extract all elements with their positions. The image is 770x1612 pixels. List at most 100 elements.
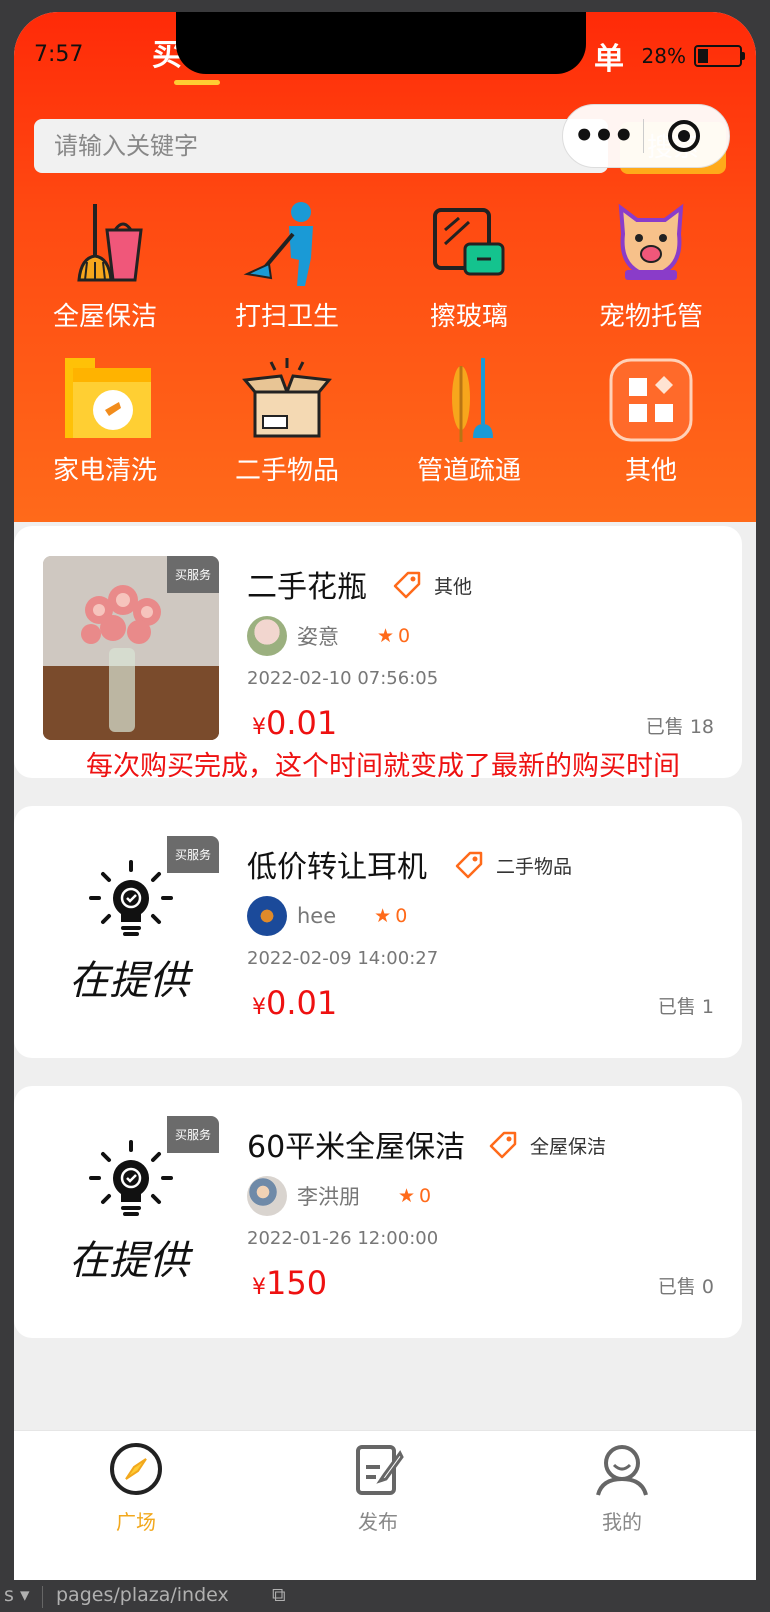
buy-service-badge: 买服务 bbox=[166, 836, 219, 873]
category-label: 其他 bbox=[624, 456, 677, 486]
buy-service-badge: 买服务 bbox=[166, 556, 219, 593]
tab-publish[interactable]: 发布 bbox=[318, 1441, 438, 1535]
price: ¥150 bbox=[252, 1264, 327, 1302]
category-item[interactable]: 宠物托管 bbox=[560, 200, 742, 333]
battery-icon bbox=[694, 45, 745, 67]
miniprogram-capsule: ••• bbox=[562, 104, 730, 168]
product-image-text: 在提供 bbox=[69, 958, 189, 1004]
category-item[interactable]: 二手物品 bbox=[196, 354, 378, 487]
tab-underline bbox=[174, 80, 220, 85]
product-image: 在提供 买服务 bbox=[43, 1116, 219, 1300]
product-image: 在提供 买服务 bbox=[43, 836, 219, 1020]
chevron-down-icon[interactable]: s ▾ bbox=[4, 1584, 29, 1606]
currency-symbol: ¥ bbox=[252, 715, 266, 740]
phone-screen: 7:57 买 单 28% 搜索 ••• 全屋保洁 bbox=[14, 12, 756, 1580]
search-box[interactable] bbox=[34, 119, 608, 173]
compass-icon bbox=[110, 1443, 162, 1495]
page-path: pages/plaza/index bbox=[56, 1584, 229, 1606]
tag-icon bbox=[393, 571, 421, 599]
tag-icon bbox=[455, 851, 483, 879]
category-item[interactable]: 擦玻璃 bbox=[378, 200, 560, 333]
product-card[interactable]: 在提供 买服务 60平米全屋保洁 全屋保洁 李洪朋 ★ 0 2022-01-26 … bbox=[14, 1086, 742, 1338]
category-item[interactable]: 打扫卫生 bbox=[196, 200, 378, 333]
product-category: 全屋保洁 bbox=[488, 1130, 606, 1160]
devtools-path-bar: s ▾ pages/plaza/index ⧉ bbox=[0, 1582, 770, 1612]
price-value: 0.01 bbox=[266, 704, 338, 742]
category-label: 二手物品 bbox=[234, 456, 339, 486]
close-target-icon[interactable] bbox=[644, 118, 724, 154]
tag-icon bbox=[489, 1131, 517, 1159]
user-profile-icon bbox=[596, 1445, 648, 1496]
grid-shapes-icon bbox=[605, 354, 697, 446]
product-category: 其他 bbox=[392, 570, 472, 600]
avatar bbox=[247, 1176, 287, 1216]
product-card[interactable]: 买服务 二手花瓶 其他 姿意 ★ 0 2022-02-10 07:56:05 ¥0… bbox=[14, 526, 742, 778]
seller-info: 李洪朋 ★ 0 bbox=[247, 1176, 431, 1216]
star-icon: ★ bbox=[374, 905, 392, 927]
rating-value: 0 bbox=[398, 625, 411, 647]
product-title: 低价转让耳机 bbox=[247, 850, 427, 885]
pet-face-icon bbox=[605, 200, 697, 292]
product-category-label: 全屋保洁 bbox=[530, 1135, 607, 1158]
tab-plaza[interactable]: 广场 bbox=[76, 1441, 196, 1535]
product-image-text: 在提供 bbox=[69, 1238, 189, 1284]
product-category-label: 其他 bbox=[434, 575, 473, 598]
currency-symbol: ¥ bbox=[252, 995, 266, 1020]
copy-icon[interactable]: ⧉ bbox=[272, 1584, 286, 1606]
header-hero: 7:57 买 单 28% 搜索 ••• 全屋保洁 bbox=[14, 12, 756, 522]
purchase-time: 2022-02-09 14:00:27 bbox=[247, 948, 439, 969]
category-item[interactable]: 全屋保洁 bbox=[14, 200, 196, 333]
rating: ★ 0 bbox=[374, 905, 407, 927]
seller-name: 姿意 bbox=[297, 625, 339, 649]
category-label: 擦玻璃 bbox=[429, 302, 508, 332]
category-label: 宠物托管 bbox=[598, 302, 703, 332]
tab-mine[interactable]: 我的 bbox=[562, 1441, 682, 1535]
category-item[interactable]: 管道疏通 bbox=[378, 354, 560, 487]
price-value: 150 bbox=[266, 1264, 328, 1302]
search-input[interactable] bbox=[34, 119, 608, 173]
washing-machine-icon bbox=[59, 354, 151, 446]
category-label: 打扫卫生 bbox=[234, 302, 339, 332]
product-title: 二手花瓶 bbox=[247, 570, 367, 605]
battery-status: 28% bbox=[641, 44, 745, 68]
sold-count: 已售 18 bbox=[645, 716, 714, 738]
annotation-note: 每次购买完成，这个时间就变成了最新的购买时间 bbox=[86, 751, 680, 782]
category-label: 全屋保洁 bbox=[52, 302, 157, 332]
seller-info: hee ★ 0 bbox=[247, 896, 407, 936]
rating-value: 0 bbox=[395, 905, 408, 927]
seller-info: 姿意 ★ 0 bbox=[247, 616, 410, 656]
avatar bbox=[247, 896, 287, 936]
price: ¥0.01 bbox=[252, 704, 337, 742]
category-item[interactable]: 家电清洗 bbox=[14, 354, 196, 487]
sold-count: 已售 0 bbox=[657, 1276, 714, 1298]
buy-service-badge: 买服务 bbox=[166, 1116, 219, 1153]
star-icon: ★ bbox=[398, 1185, 416, 1207]
status-time: 7:57 bbox=[34, 42, 84, 67]
glass-wipe-icon bbox=[423, 200, 515, 292]
category-item[interactable]: 其他 bbox=[560, 354, 742, 487]
bottom-tab-bar: 广场 发布 我的 bbox=[14, 1430, 756, 1580]
product-card[interactable]: 在提供 买服务 低价转让耳机 二手物品 hee ★ 0 2022-02-09 14… bbox=[14, 806, 742, 1058]
product-category-label: 二手物品 bbox=[496, 855, 573, 878]
edit-document-icon bbox=[356, 1445, 404, 1495]
rating: ★ 0 bbox=[398, 1185, 431, 1207]
tab-label: 发布 bbox=[358, 1510, 398, 1534]
sold-count: 已售 1 bbox=[657, 996, 714, 1018]
plunger-icon bbox=[423, 354, 515, 446]
tab-order[interactable]: 单 bbox=[594, 34, 624, 78]
purchase-time: 2022-01-26 12:00:00 bbox=[247, 1228, 439, 1249]
cleaner-person-icon bbox=[241, 200, 333, 292]
battery-percent: 28% bbox=[641, 44, 686, 68]
price-value: 0.01 bbox=[266, 984, 338, 1022]
product-title: 60平米全屋保洁 bbox=[247, 1130, 466, 1165]
category-label: 家电清洗 bbox=[52, 456, 157, 486]
tab-label: 我的 bbox=[602, 1510, 642, 1534]
star-icon: ★ bbox=[377, 625, 395, 647]
product-image: 买服务 bbox=[43, 556, 219, 740]
price: ¥0.01 bbox=[252, 984, 337, 1022]
open-box-icon bbox=[241, 354, 333, 446]
more-dots-icon[interactable]: ••• bbox=[563, 116, 643, 156]
tab-label: 广场 bbox=[116, 1510, 156, 1534]
rating-value: 0 bbox=[419, 1185, 432, 1207]
device-notch bbox=[176, 12, 586, 74]
